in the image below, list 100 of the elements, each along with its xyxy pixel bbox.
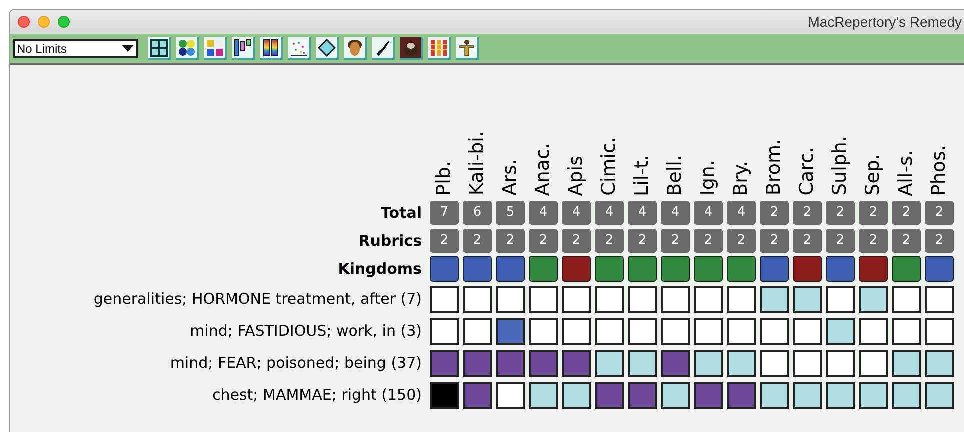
total-count: 4 [694, 201, 723, 225]
grade-cell[interactable] [694, 350, 723, 376]
grade-cell[interactable] [793, 286, 822, 312]
grade-cell[interactable] [430, 382, 459, 408]
grade-cell[interactable] [562, 350, 591, 376]
remedy-name[interactable]: Cimic. [600, 137, 619, 196]
grade-cell[interactable] [661, 286, 690, 312]
toolbar-button[interactable] [148, 37, 171, 60]
grade-cell[interactable] [760, 350, 789, 376]
grade-cell[interactable] [892, 286, 921, 312]
grade-cell[interactable] [859, 382, 888, 408]
toolbar-button[interactable] [344, 37, 367, 60]
remedy-name[interactable]: Anac. [534, 142, 553, 196]
grade-cell[interactable] [529, 286, 558, 312]
total-count: 5 [496, 201, 525, 225]
grade-cell[interactable] [496, 286, 525, 312]
toolbar-button[interactable] [372, 37, 395, 60]
grade-cell[interactable] [760, 382, 789, 408]
grade-cell[interactable] [892, 318, 921, 344]
remedy-name[interactable]: Plb. [435, 161, 454, 196]
toolbar-button[interactable] [316, 37, 339, 60]
remedy-name[interactable]: Sulph. [831, 136, 850, 196]
toolbar-button[interactable] [232, 37, 255, 60]
grade-cell[interactable] [892, 382, 921, 408]
remedy-name[interactable]: Apis [567, 156, 586, 196]
grade-cell[interactable] [562, 382, 591, 408]
remedy-name[interactable]: Phos. [930, 144, 949, 196]
grade-cell[interactable] [595, 382, 624, 408]
remedy-name[interactable]: Ign. [699, 160, 718, 196]
grid-icon [150, 38, 168, 56]
grade-cell[interactable] [925, 318, 954, 344]
grade-cell[interactable] [760, 318, 789, 344]
grade-cell[interactable] [529, 350, 558, 376]
grade-cell[interactable] [430, 286, 459, 312]
grade-cell[interactable] [595, 318, 624, 344]
grade-cell[interactable] [793, 350, 822, 376]
toolbar-button[interactable] [260, 37, 283, 60]
grade-cell[interactable] [727, 286, 756, 312]
remedy-name[interactable]: Carc. [798, 147, 817, 196]
grade-cell[interactable] [760, 286, 789, 312]
grade-cell[interactable] [595, 350, 624, 376]
grade-cell[interactable] [694, 382, 723, 408]
remedy-name[interactable]: All-s. [897, 150, 916, 196]
toolbar-button[interactable] [176, 37, 199, 60]
toolbar-button[interactable] [400, 37, 423, 60]
grade-cell[interactable] [628, 286, 657, 312]
grade-cell[interactable] [859, 318, 888, 344]
grade-cell[interactable] [727, 350, 756, 376]
limit-select[interactable]: No Limits [13, 39, 138, 58]
grade-cell[interactable] [661, 382, 690, 408]
grade-cell[interactable] [859, 350, 888, 376]
remedy-name[interactable]: Kali-bi. [468, 131, 487, 196]
close-button[interactable] [18, 16, 30, 28]
grade-cell[interactable] [826, 382, 855, 408]
grade-cell[interactable] [496, 382, 525, 408]
grade-cell[interactable] [925, 382, 954, 408]
grade-cell[interactable] [430, 318, 459, 344]
grade-cell[interactable] [793, 382, 822, 408]
remedy-name[interactable]: Bell. [666, 154, 685, 196]
grade-cell[interactable] [925, 286, 954, 312]
grade-cell[interactable] [463, 286, 492, 312]
rubric-count: 2 [826, 229, 855, 253]
grade-cell[interactable] [925, 350, 954, 376]
grade-cell[interactable] [529, 382, 558, 408]
grade-cell[interactable] [793, 318, 822, 344]
grade-cell[interactable] [463, 350, 492, 376]
grade-cell[interactable] [694, 318, 723, 344]
remedy-name[interactable]: Bry. [732, 160, 751, 196]
remedy-name[interactable]: Brom. [765, 139, 784, 196]
remedy-name[interactable]: Ars. [501, 159, 520, 196]
grade-cell[interactable] [463, 382, 492, 408]
toolbar-button[interactable] [288, 37, 311, 60]
grade-cell[interactable] [463, 318, 492, 344]
grade-cell[interactable] [562, 286, 591, 312]
grade-cell[interactable] [661, 350, 690, 376]
grade-cell[interactable] [859, 286, 888, 312]
scatter-icon [290, 38, 308, 56]
grade-cell[interactable] [727, 318, 756, 344]
squares-icon [206, 38, 224, 56]
remedy-name[interactable]: Sep. [864, 154, 883, 196]
grade-cell[interactable] [562, 318, 591, 344]
remedy-name[interactable]: Lil-t. [633, 154, 652, 196]
grade-cell[interactable] [661, 318, 690, 344]
grade-cell[interactable] [628, 350, 657, 376]
figure-icon [458, 38, 476, 56]
grade-cell[interactable] [595, 286, 624, 312]
grade-cell[interactable] [892, 350, 921, 376]
grade-cell[interactable] [496, 318, 525, 344]
rubric-count: 2 [892, 229, 921, 253]
grade-cell[interactable] [529, 318, 558, 344]
grade-cell[interactable] [826, 286, 855, 312]
grade-cell[interactable] [628, 318, 657, 344]
grade-cell[interactable] [628, 382, 657, 408]
grade-cell[interactable] [496, 350, 525, 376]
toolbar-button[interactable] [456, 37, 479, 60]
grade-cell[interactable] [430, 350, 459, 376]
grade-cell[interactable] [826, 318, 855, 344]
grade-cell[interactable] [826, 350, 855, 376]
grade-cell[interactable] [694, 286, 723, 312]
grade-cell[interactable] [727, 382, 756, 408]
